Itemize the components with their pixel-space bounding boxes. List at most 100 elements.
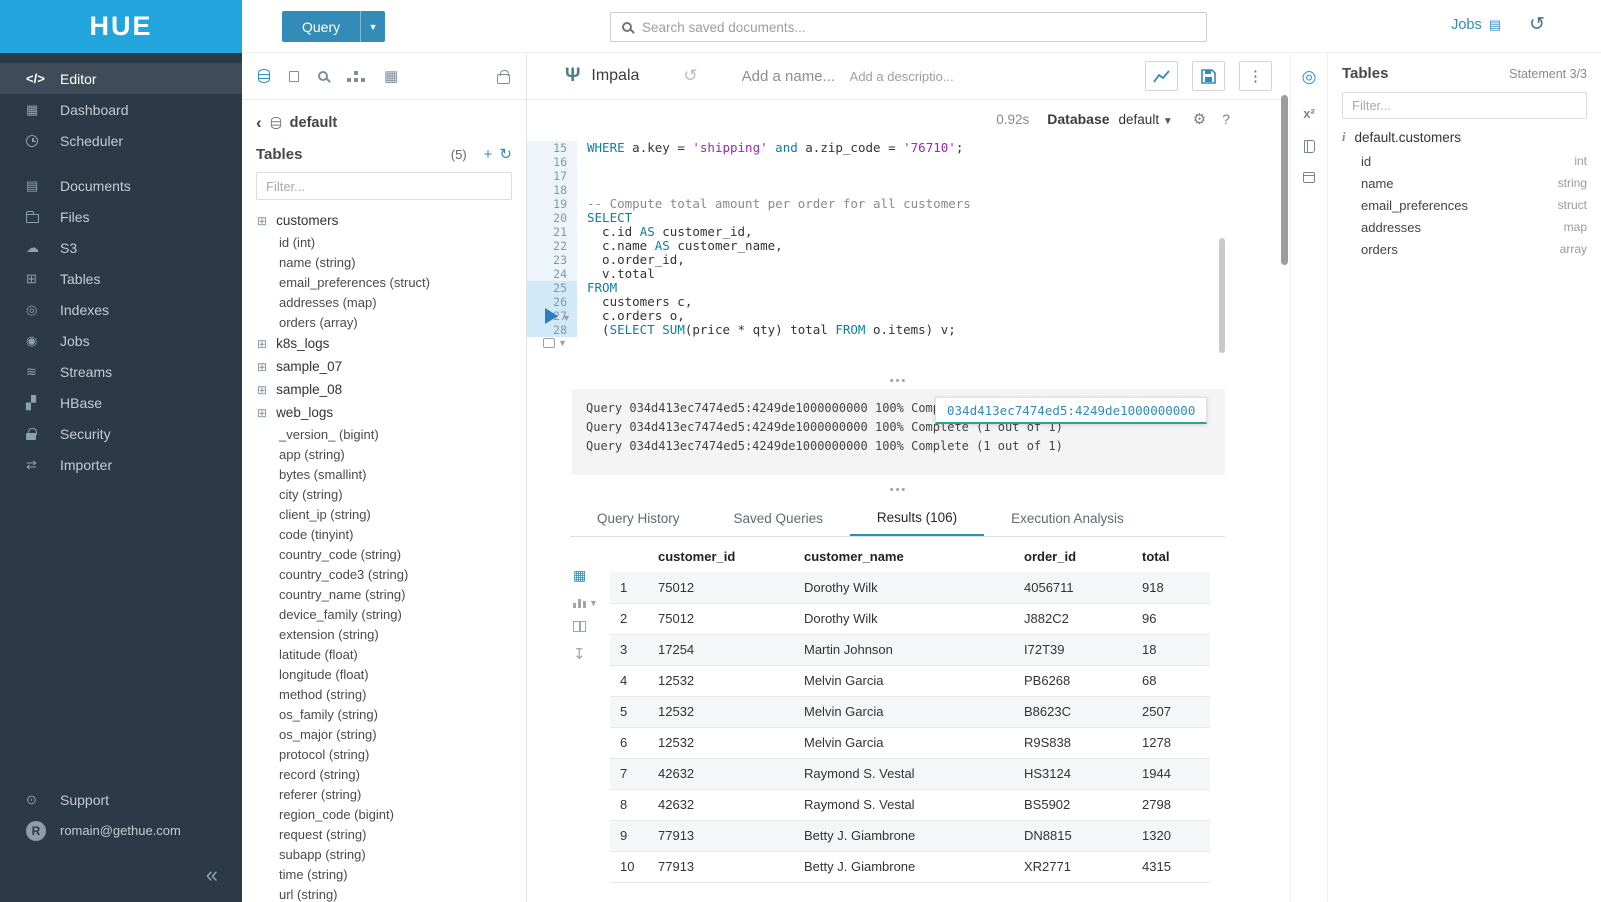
column-item[interactable]: country_code3 (string) xyxy=(242,564,526,584)
col-header[interactable]: customer_id xyxy=(648,543,794,572)
right-filter-input[interactable] xyxy=(1342,92,1587,119)
code-text[interactable]: SELECT xyxy=(577,211,632,225)
sidebar-item-importer[interactable]: ⇄Importer xyxy=(0,449,242,480)
query-dropdown-caret[interactable]: ▼ xyxy=(360,11,385,42)
log-resize-handle-bottom[interactable]: ••• xyxy=(572,484,1225,496)
table-row[interactable]: 742632Raymond S. VestalHS31241944 xyxy=(610,758,1210,789)
sidebar-item-support[interactable]: ⊙Support xyxy=(0,784,242,815)
column-item[interactable]: email_preferencesstruct xyxy=(1342,194,1587,216)
code-text[interactable]: -- Compute total amount per order for al… xyxy=(577,197,971,211)
column-item[interactable]: os_family (string) xyxy=(242,704,526,724)
sidebar-item-security[interactable]: Security xyxy=(0,418,242,449)
sidebar-item-hbase[interactable]: ▞HBase xyxy=(0,387,242,418)
execute-options-caret[interactable]: ▼ xyxy=(562,313,571,323)
table-row[interactable]: 275012Dorothy WilkJ882C296 xyxy=(610,603,1210,634)
column-item[interactable]: addressesmap xyxy=(1342,216,1587,238)
save-button[interactable] xyxy=(1192,61,1225,91)
column-item[interactable]: code (tinyint) xyxy=(242,524,526,544)
table-item[interactable]: ⊞sample_08 xyxy=(242,378,526,401)
tab-saved-queries[interactable]: Saved Queries xyxy=(707,501,850,536)
sql-editor[interactable]: 15WHERE a.key = 'shipping' and a.zip_cod… xyxy=(527,141,1250,337)
column-item[interactable]: region_code (bigint) xyxy=(242,804,526,824)
code-text[interactable]: c.id AS customer_id, xyxy=(577,225,753,239)
language-reference-icon[interactable] xyxy=(1304,140,1315,153)
code-text[interactable] xyxy=(577,169,587,183)
code-text[interactable]: o.order_id, xyxy=(577,253,685,267)
new-query-button[interactable]: Query ▼ xyxy=(282,11,385,42)
sidebar-item-s3[interactable]: ☁S3 xyxy=(0,232,242,263)
column-item[interactable]: extension (string) xyxy=(242,624,526,644)
table-row[interactable]: 1077913Betty J. GiambroneXR27714315 xyxy=(610,851,1210,882)
column-item[interactable]: _version_ (bigint) xyxy=(242,424,526,444)
query-history-icon[interactable]: ↺ xyxy=(1529,13,1545,36)
sidebar-item-tables[interactable]: ⊞Tables xyxy=(0,263,242,294)
column-item[interactable]: country_code (string) xyxy=(242,544,526,564)
download-results-icon[interactable]: ↧ xyxy=(573,645,598,663)
tables-filter-input[interactable] xyxy=(256,172,512,200)
table-row[interactable]: 842632Raymond S. VestalBS59022798 xyxy=(610,789,1210,820)
column-item[interactable]: ordersarray xyxy=(1342,238,1587,260)
code-text[interactable]: c.orders o, xyxy=(577,309,685,323)
apps-grid-icon[interactable]: ▦ xyxy=(384,67,398,85)
column-item[interactable]: device_family (string) xyxy=(242,604,526,624)
col-header[interactable]: customer_name xyxy=(794,543,1014,572)
code-text[interactable] xyxy=(577,155,587,169)
column-item[interactable]: country_name (string) xyxy=(242,584,526,604)
grid-view-icon[interactable]: ▦ xyxy=(573,567,598,584)
hue-logo[interactable]: HUE xyxy=(0,0,242,53)
column-item[interactable]: record (string) xyxy=(242,764,526,784)
collections-bag-icon[interactable] xyxy=(497,74,510,84)
execute-query-button[interactable] xyxy=(545,308,558,324)
code-text[interactable]: c.name AS customer_name, xyxy=(577,239,783,253)
back-chevron-icon[interactable]: ‹ xyxy=(256,113,262,133)
search-assist-icon[interactable] xyxy=(318,71,328,81)
documents-copy-icon[interactable] xyxy=(289,71,299,82)
refresh-tables-icon[interactable]: ↻ xyxy=(499,145,512,163)
table-item[interactable]: ⊞k8s_logs xyxy=(242,332,526,355)
table-item[interactable]: ⊞web_logs xyxy=(242,401,526,424)
query-button-label[interactable]: Query xyxy=(282,11,360,42)
column-item[interactable]: email_preferences (struct) xyxy=(242,272,526,292)
sidebar-item-user[interactable]: Rromain@gethue.com xyxy=(0,815,242,846)
query-name-input[interactable] xyxy=(742,68,844,85)
tab-query-history[interactable]: Query History xyxy=(570,501,707,536)
editor-context-button[interactable]: ▼ xyxy=(543,338,567,348)
add-table-icon[interactable]: + xyxy=(484,146,493,163)
breadcrumb-database[interactable]: default xyxy=(290,115,338,131)
search-input[interactable] xyxy=(642,20,1195,35)
table-item[interactable]: ⊞sample_07 xyxy=(242,355,526,378)
help-icon[interactable]: ? xyxy=(1222,111,1230,127)
column-item[interactable]: orders (array) xyxy=(242,312,526,332)
column-item[interactable]: bytes (smallint) xyxy=(242,464,526,484)
col-header[interactable]: total xyxy=(1132,543,1210,572)
sidebar-item-files[interactable]: Files xyxy=(0,201,242,232)
table-row[interactable]: 512532Melvin GarciaB8623C2507 xyxy=(610,696,1210,727)
chart-view-icon[interactable]: ▼ xyxy=(573,597,598,608)
editor-scrollbar[interactable] xyxy=(1219,238,1225,353)
column-item[interactable]: id (int) xyxy=(242,232,526,252)
column-item[interactable]: app (string) xyxy=(242,444,526,464)
database-select[interactable]: default ▼ xyxy=(1119,112,1173,127)
column-item[interactable]: name (string) xyxy=(242,252,526,272)
assist-toggle-icon[interactable]: ◎ xyxy=(1302,67,1317,87)
table-item[interactable]: ⊞customers xyxy=(242,209,526,232)
column-item[interactable]: protocol (string) xyxy=(242,744,526,764)
chart-button[interactable] xyxy=(1145,61,1178,91)
query-description-input[interactable] xyxy=(850,69,980,84)
columns-view-icon[interactable] xyxy=(573,621,598,632)
column-item[interactable]: longitude (float) xyxy=(242,664,526,684)
jobs-link[interactable]: Jobs ▤ xyxy=(1451,17,1501,33)
more-actions-button[interactable]: ⋮ xyxy=(1239,61,1272,91)
sidebar-item-documents[interactable]: ▤Documents xyxy=(0,170,242,201)
column-item[interactable]: latitude (float) xyxy=(242,644,526,664)
column-item[interactable]: referer (string) xyxy=(242,784,526,804)
column-item[interactable]: time (string) xyxy=(242,864,526,884)
table-row[interactable]: 317254Martin JohnsonI72T3918 xyxy=(610,634,1210,665)
sidebar-item-scheduler[interactable]: Scheduler xyxy=(0,125,242,156)
column-item[interactable]: city (string) xyxy=(242,484,526,504)
collapse-sidebar-button[interactable]: « xyxy=(206,862,218,888)
query-history-small-icon[interactable]: ↺ xyxy=(683,66,697,86)
code-text[interactable] xyxy=(577,183,587,197)
databases-icon[interactable] xyxy=(258,69,270,83)
sidebar-item-dashboard[interactable]: ▦Dashboard xyxy=(0,94,242,125)
